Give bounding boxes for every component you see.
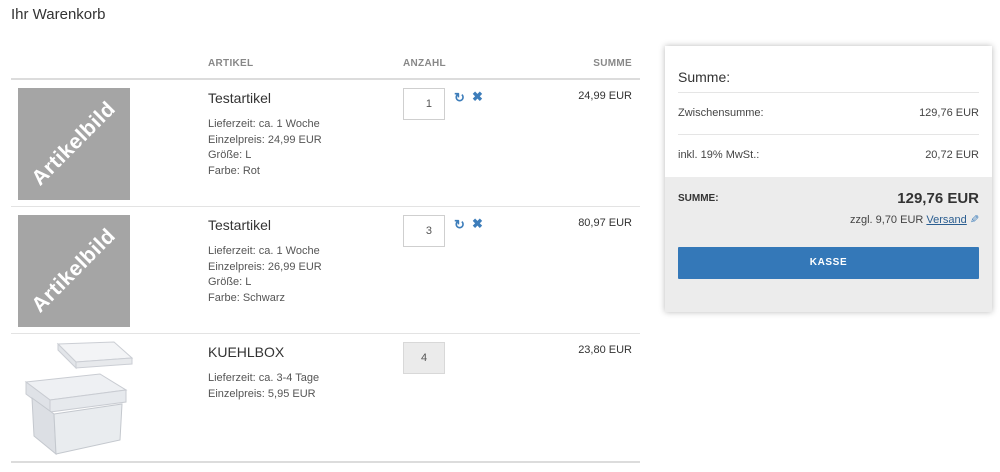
page-title: Ihr Warenkorb [11, 6, 106, 23]
column-header-anzahl: ANZAHL [403, 58, 446, 69]
shipping-cost: zzgl. 9,70 EUR [849, 214, 924, 226]
line-total: 24,99 EUR [578, 90, 632, 102]
checkout-button[interactable]: KASSE [678, 247, 979, 279]
remove-icon[interactable]: ✖ [472, 217, 483, 231]
size: Größe: L [208, 149, 252, 161]
summary-heading: Summe: [678, 69, 731, 85]
product-name[interactable]: Testartikel [208, 217, 271, 233]
column-header-artikel: ARTIKEL [208, 58, 254, 69]
total-section: SUMME: 129,76 EUR zzgl. 9,70 EUR Versand… [665, 177, 992, 312]
subtotal-value: 129,76 EUR [919, 107, 979, 119]
refresh-icon[interactable]: ↻ [454, 218, 465, 231]
size: Größe: L [208, 276, 252, 288]
unit-price: Einzelpreis: 26,99 EUR [208, 260, 322, 273]
remove-icon[interactable]: ✖ [472, 90, 483, 104]
divider [678, 92, 979, 93]
color: Farbe: Rot [208, 164, 260, 177]
delivery-time: Lieferzeit: ca. 1 Woche [208, 245, 320, 257]
product-details: Lieferzeit: ca. 3-4 Tage Einzelpreis: 5,… [208, 371, 319, 402]
column-header-summe: SUMME [593, 58, 632, 69]
product-details: Lieferzeit: ca. 1 Woche Einzelpreis: 24,… [208, 117, 322, 179]
tax-label: inkl. 19% MwSt.: [678, 149, 760, 161]
cart-row: Artikelbild Testartikel Lieferzeit: ca. … [11, 207, 640, 334]
order-summary-box: Summe: Zwischensumme: 129,76 EUR inkl. 1… [665, 46, 992, 312]
total-label: SUMME: [678, 193, 719, 204]
product-image-placeholder[interactable]: Artikelbild [18, 88, 130, 200]
product-details: Lieferzeit: ca. 1 Woche Einzelpreis: 26,… [208, 244, 322, 306]
product-image-placeholder[interactable]: Artikelbild [18, 215, 130, 327]
styrofoam-box-image[interactable] [18, 340, 134, 458]
product-name[interactable]: Testartikel [208, 90, 271, 106]
shipping-note: zzgl. 9,70 EUR Versand ✎ [850, 213, 979, 226]
tax-value: 20,72 EUR [925, 149, 979, 161]
placeholder-text: Artikelbild [27, 224, 121, 318]
table-header: ARTIKEL ANZAHL SUMME [11, 50, 640, 80]
delivery-time: Lieferzeit: ca. 1 Woche [208, 118, 320, 130]
quantity-input[interactable]: 1 [403, 88, 445, 120]
placeholder-text: Artikelbild [27, 97, 121, 191]
line-total: 80,97 EUR [578, 217, 632, 229]
quantity-field-readonly: 4 [403, 342, 445, 374]
product-name[interactable]: KUEHLBOX [208, 344, 284, 360]
total-value: 129,76 EUR [897, 190, 979, 207]
delivery-time: Lieferzeit: ca. 3-4 Tage [208, 372, 320, 384]
refresh-icon[interactable]: ↻ [454, 91, 465, 104]
unit-price: Einzelpreis: 5,95 EUR [208, 387, 316, 400]
cart-row: KUEHLBOX Lieferzeit: ca. 3-4 Tage Einzel… [11, 334, 640, 461]
line-total: 23,80 EUR [578, 344, 632, 356]
unit-price: Einzelpreis: 24,99 EUR [208, 133, 322, 146]
cart-row: Artikelbild Testartikel Lieferzeit: ca. … [11, 80, 640, 207]
quantity-input[interactable]: 3 [403, 215, 445, 247]
subtotal-label: Zwischensumme: [678, 107, 764, 119]
pencil-icon[interactable]: ✎ [970, 213, 979, 226]
shipping-link[interactable]: Versand [926, 214, 966, 226]
color: Farbe: Schwarz [208, 291, 286, 304]
divider [678, 134, 979, 135]
cart-table: ARTIKEL ANZAHL SUMME Artikelbild Testart… [11, 50, 640, 463]
table-bottom-divider [11, 461, 640, 463]
